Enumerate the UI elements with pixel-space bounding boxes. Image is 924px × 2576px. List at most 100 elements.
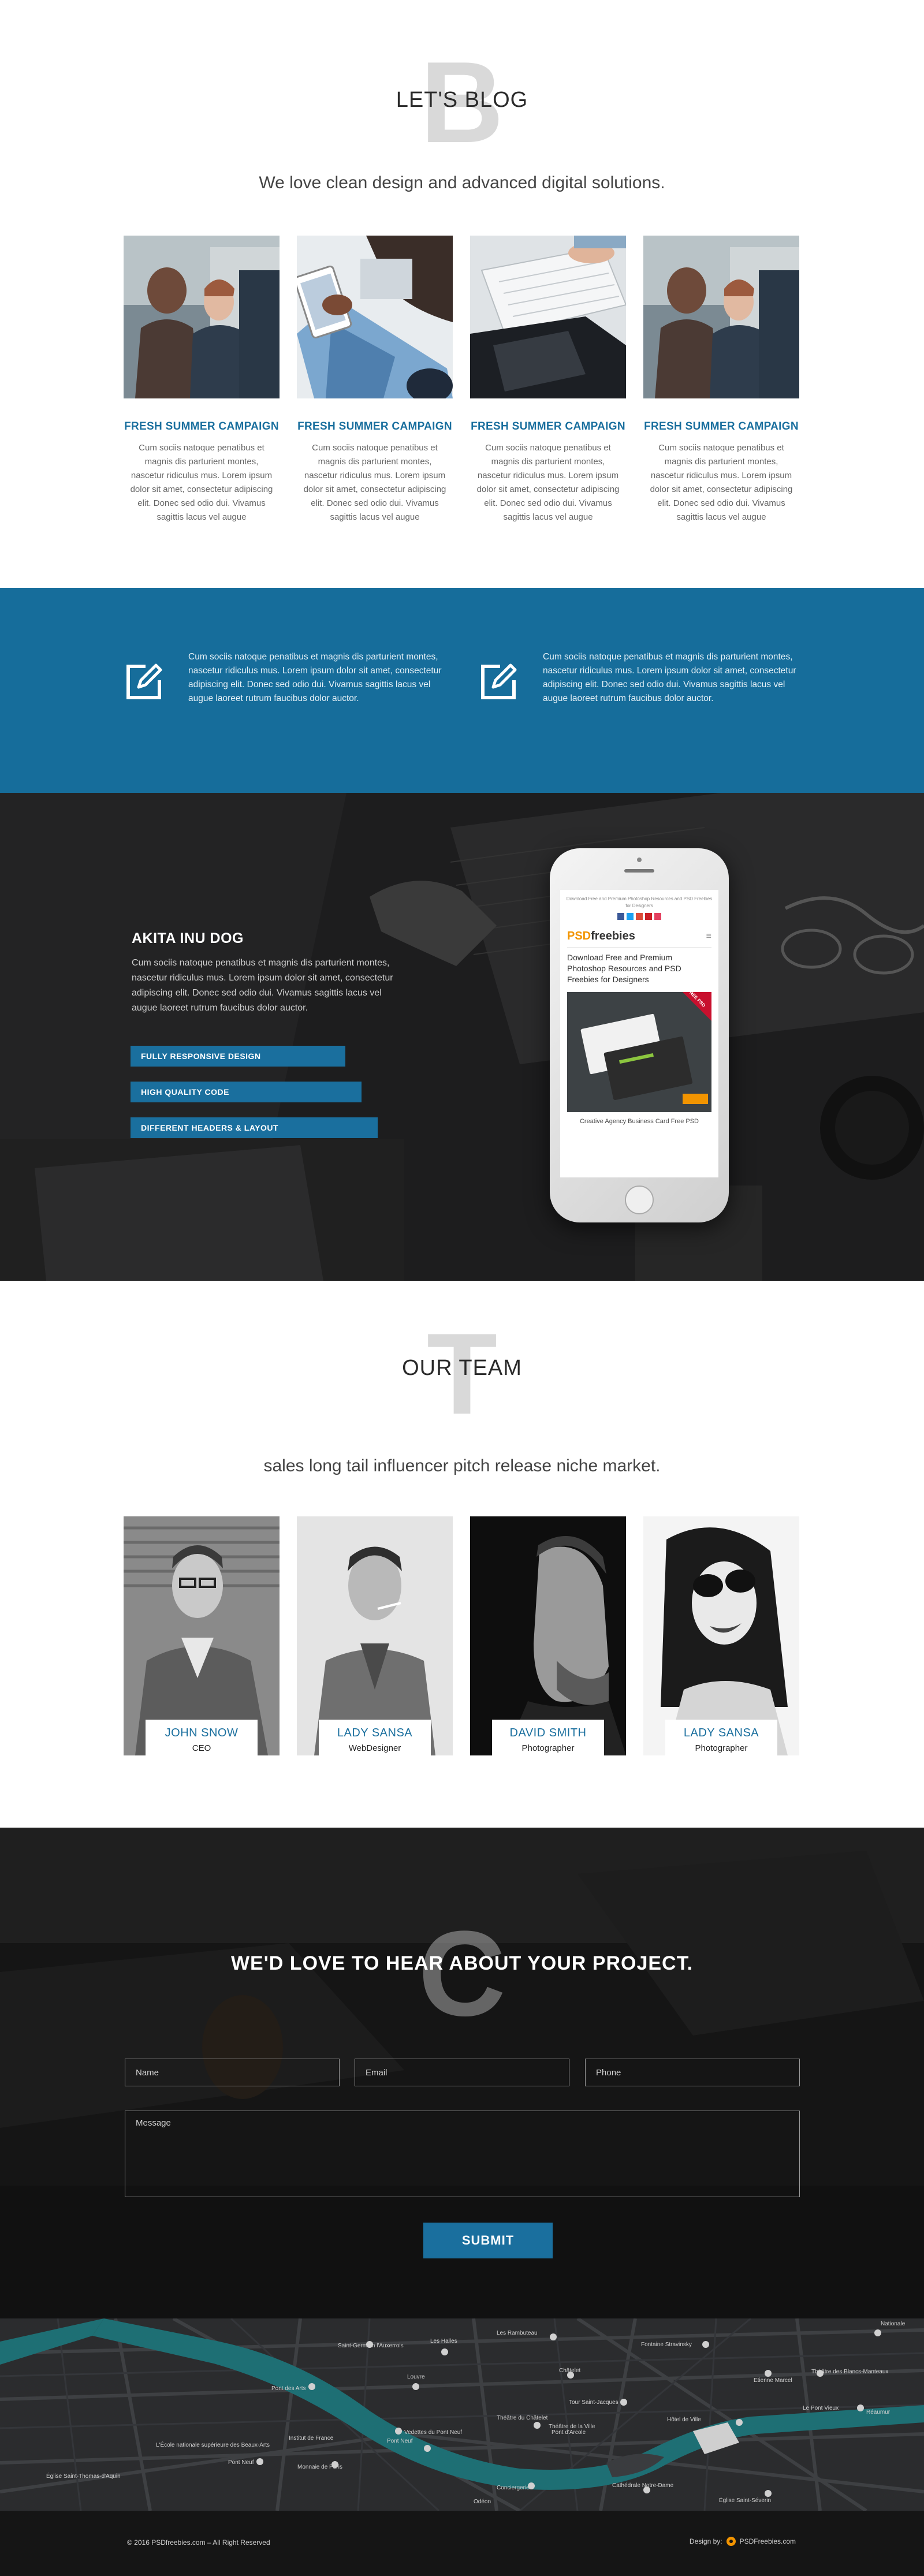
blog-card-title[interactable]: FRESH SUMMER CAMPAIGN <box>124 420 280 433</box>
map-label: Odéon <box>474 2499 491 2505</box>
product-title: AKITA INU DOG <box>132 930 244 946</box>
blog-card[interactable]: FRESH SUMMER CAMPAIGN Cum sociis natoque… <box>643 236 799 524</box>
phone-home-button <box>625 1186 654 1214</box>
phone-mockup: Download Free and Premium Photoshop Reso… <box>550 848 729 1222</box>
map-label: Les Rambuteau <box>497 2330 538 2336</box>
contact-title: WE'D LOVE TO HEAR ABOUT YOUR PROJECT. <box>230 1952 694 1974</box>
map-label: Louvre <box>407 2374 425 2380</box>
name-field[interactable] <box>125 2059 340 2086</box>
blog-card-text: Cum sociis natoque penatibus et magnis d… <box>650 443 793 522</box>
map-label: Pont d'Arcole <box>552 2429 586 2436</box>
map-view[interactable]: Saint-Germain l'Auxerrois Les Halles Les… <box>0 2318 924 2511</box>
team-member[interactable]: JOHN SNOW CEO <box>124 1516 280 1759</box>
blog-card[interactable]: FRESH SUMMER CAMPAIGN Cum sociis natoque… <box>124 236 280 524</box>
copyright-text: © 2016 PSDfreebies.com – All Right Reser… <box>127 2538 270 2547</box>
member-role: Photographer <box>521 1743 575 1753</box>
menu-icon[interactable]: ≡ <box>706 931 711 942</box>
map-label: Vedettes du Pont Neuf <box>404 2429 462 2436</box>
phone-speaker <box>624 869 654 873</box>
blog-image[interactable] <box>470 236 626 398</box>
map-label: Tour Saint-Jacques <box>569 2399 619 2406</box>
phone-camera <box>637 858 642 862</box>
facebook-icon[interactable] <box>617 913 624 920</box>
psdfreebies-logo[interactable]: PSDfreebies <box>567 930 635 943</box>
blog-card-text: Cum sociis natoque penatibus et magnis d… <box>303 443 446 522</box>
map-label: Monnaie de Paris <box>297 2464 342 2470</box>
team-member[interactable]: DAVID SMITH Photographer <box>470 1516 626 1759</box>
map-label: Le Pont Vieux <box>803 2405 839 2411</box>
phone-caption: Creative Agency Business Card Free PSD <box>579 1118 699 1125</box>
dribbble-icon[interactable] <box>654 913 661 920</box>
blog-grid: FRESH SUMMER CAMPAIGN Cum sociis natoque… <box>124 236 799 524</box>
map-label: Châtelet <box>559 2368 580 2374</box>
pinterest-icon[interactable] <box>645 913 652 920</box>
edit-icon <box>126 663 162 699</box>
blog-section: B LET'S BLOG We love clean design and ad… <box>0 0 924 588</box>
member-role: Photographer <box>695 1743 748 1753</box>
feature-pill[interactable]: DIFFERENT HEADERS & LAYOUT <box>131 1117 378 1138</box>
twitter-icon[interactable] <box>627 913 634 920</box>
blog-card-text: Cum sociis natoque penatibus et magnis d… <box>130 443 273 522</box>
team-grid: JOHN SNOW CEO LADY SANSA WebDesigner DAV… <box>124 1516 799 1759</box>
email-field[interactable] <box>355 2059 569 2086</box>
map-label: Pont des Arts <box>271 2385 305 2392</box>
map-label: Église Saint-Séverin <box>719 2496 771 2504</box>
map-label: Théâtre de la Ville <box>549 2424 595 2430</box>
blog-image[interactable] <box>124 236 280 398</box>
map-label: Réaumur <box>866 2409 891 2415</box>
team-title: OUR TEAM <box>402 1356 522 1380</box>
map-label: L'École nationale supérieure des Beaux-A… <box>156 2441 270 2448</box>
member-role: WebDesigner <box>348 1743 401 1753</box>
feature-item: Cum sociis natoque penatibus et magnis d… <box>478 650 802 706</box>
member-name[interactable]: JOHN SNOW <box>146 1727 258 1740</box>
feature-item: Cum sociis natoque penatibus et magnis d… <box>124 650 447 706</box>
phone-field[interactable] <box>585 2059 800 2086</box>
blog-image[interactable] <box>297 236 453 398</box>
map-label: Fontaine Stravinsky <box>641 2342 692 2348</box>
team-member[interactable]: LADY SANSA Photographer <box>643 1516 799 1759</box>
feature-pill[interactable]: HIGH QUALITY CODE <box>131 1082 362 1102</box>
map-label: Saint-Germain l'Auxerrois <box>338 2343 404 2349</box>
design-label: Design by: <box>689 2537 722 2545</box>
blog-card-title[interactable]: FRESH SUMMER CAMPAIGN <box>470 420 626 433</box>
map-label: Hôtel de Ville <box>667 2417 701 2423</box>
blog-image[interactable] <box>643 236 799 398</box>
map-label: Institut de France <box>289 2435 334 2441</box>
google-plus-icon[interactable] <box>636 913 643 920</box>
map-label: Théâtre des Blancs-Manteaux <box>811 2369 888 2375</box>
product-text: Cum sociis natoque penatibus et magnis d… <box>132 958 393 1013</box>
design-credit: Design by: PSDFreebies.com <box>690 2536 796 2547</box>
submit-button[interactable]: SUBMIT <box>423 2223 553 2258</box>
map-label: Les Halles <box>430 2338 457 2344</box>
blog-card[interactable]: FRESH SUMMER CAMPAIGN Cum sociis natoque… <box>297 236 453 524</box>
feature-text: Cum sociis natoque penatibus et magnis d… <box>188 652 442 703</box>
product-section: AKITA INU DOG Cum sociis natoque penatib… <box>0 793 924 1281</box>
team-subtitle: sales long tail influencer pitch release… <box>263 1456 661 1475</box>
design-brand-link[interactable]: PSDFreebies.com <box>740 2537 796 2545</box>
features-section: Cum sociis natoque penatibus et magnis d… <box>0 588 924 793</box>
blog-card-title[interactable]: FRESH SUMMER CAMPAIGN <box>643 420 799 433</box>
message-field[interactable] <box>125 2111 800 2197</box>
social-icons <box>560 913 718 920</box>
psdfreebies-logo-icon <box>726 2537 736 2546</box>
blog-card[interactable]: FRESH SUMMER CAMPAIGN Cum sociis natoque… <box>470 236 626 524</box>
feature-pill[interactable]: FULLY RESPONSIVE DESIGN <box>131 1046 345 1067</box>
map-label: Pont Neuf <box>228 2459 254 2466</box>
phone-screen: Download Free and Premium Photoshop Reso… <box>560 890 718 1177</box>
map-label: Cathédrale Notre-Dame <box>612 2482 674 2489</box>
map-label: Théâtre du Châtelet <box>497 2415 548 2421</box>
member-name[interactable]: LADY SANSA <box>319 1727 431 1740</box>
team-section: T OUR TEAM sales long tail influencer pi… <box>0 1281 924 1828</box>
map-label: Nationale <box>881 2321 906 2327</box>
feature-text: Cum sociis natoque penatibus et magnis d… <box>543 652 796 703</box>
phone-top-text: Download Free and Premium Photoshop Reso… <box>566 896 713 908</box>
map-label: Église Saint-Thomas-d'Aquin <box>46 2472 121 2480</box>
map-label: Pont Neuf <box>387 2438 413 2444</box>
member-name[interactable]: LADY SANSA <box>665 1727 777 1740</box>
member-name[interactable]: DAVID SMITH <box>492 1727 604 1740</box>
map-section[interactable]: Saint-Germain l'Auxerrois Les Halles Les… <box>0 2318 924 2511</box>
team-member[interactable]: LADY SANSA WebDesigner <box>297 1516 453 1759</box>
map-label: Conciergerie <box>497 2485 530 2491</box>
blog-card-title[interactable]: FRESH SUMMER CAMPAIGN <box>297 420 453 433</box>
phone-preview-image[interactable]: FREE PSD <box>567 992 711 1112</box>
